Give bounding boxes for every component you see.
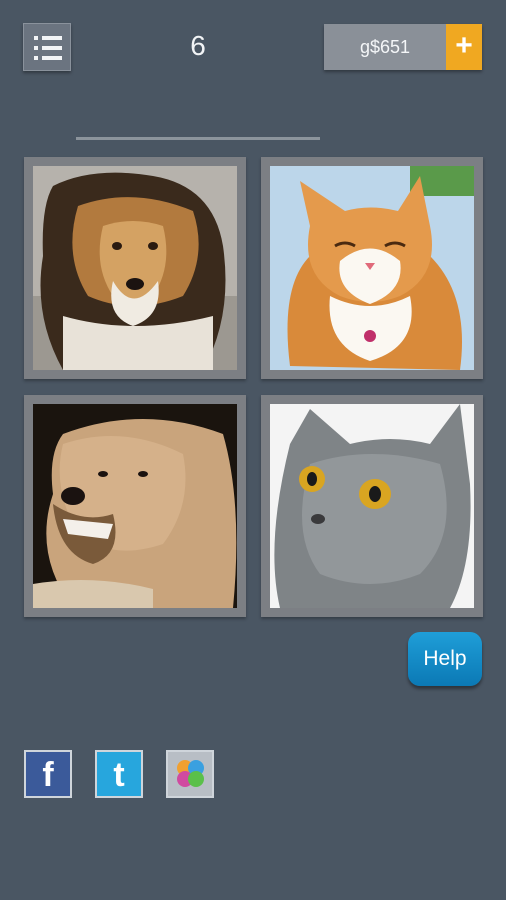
cat-photo <box>270 404 474 608</box>
puzzle-image-4[interactable] <box>261 395 483 617</box>
game-center-button[interactable] <box>166 750 214 798</box>
twitter-icon: t <box>113 756 125 794</box>
list-menu-icon <box>34 36 62 60</box>
puzzle-image-2[interactable] <box>261 157 483 379</box>
game-center-icon <box>177 760 204 787</box>
twitter-share-button[interactable]: t <box>95 750 143 798</box>
coins-amount: g$651 <box>359 37 411 57</box>
help-button[interactable]: Help <box>408 632 482 686</box>
level-number: 6 <box>190 30 206 61</box>
answer-slots[interactable] <box>76 137 320 140</box>
facebook-icon: f <box>42 756 54 794</box>
menu-button[interactable] <box>23 23 71 71</box>
puzzle-image-3[interactable] <box>24 395 246 617</box>
dog-photo <box>33 166 237 370</box>
puzzle-image-1[interactable] <box>24 157 246 379</box>
dog-photo <box>33 404 237 608</box>
facebook-share-button[interactable]: f <box>24 750 72 798</box>
add-coins-button[interactable]: + <box>446 24 482 70</box>
cat-photo <box>270 166 474 370</box>
coins-display: g$651 + <box>324 24 482 70</box>
